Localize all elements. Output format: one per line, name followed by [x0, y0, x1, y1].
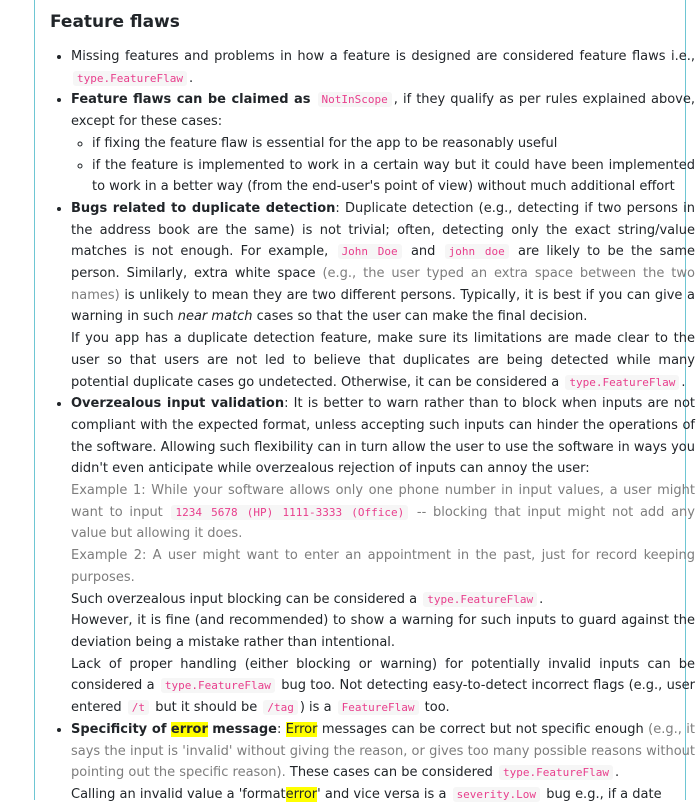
content-panel: Feature flaws Missing features and probl…	[34, 0, 695, 802]
section-heading: Feature flaws	[50, 12, 180, 32]
inline-code: type.FeatureFlaw	[423, 591, 538, 607]
sub-list-item: if fixing the feature flaw is essential …	[92, 133, 695, 155]
list-item: Feature flaws can be claimed as NotInSco…	[71, 89, 695, 198]
inline-code: /t	[127, 700, 150, 716]
list-item: Bugs related to duplicate detection: Dup…	[71, 198, 695, 393]
inline-code: FeatureFlaw	[337, 700, 419, 716]
inline-code: 1234 5678 (HP) 1111-3333 (Office)	[171, 504, 409, 520]
inline-code: /tag	[263, 700, 298, 716]
inline-code: john doe	[444, 244, 509, 260]
list-item: Missing features and problems in how a f…	[71, 46, 695, 89]
search-highlight: Error	[285, 721, 318, 737]
inline-code: severity.Low	[452, 786, 541, 802]
search-highlight: error	[170, 721, 208, 737]
inline-code: type.FeatureFlaw	[160, 678, 275, 694]
sub-list-item: if the feature is implemented to work in…	[92, 155, 695, 198]
list-item: Specificity of error message: Error mess…	[71, 719, 695, 806]
sub-list: if fixing the feature flaw is essential …	[71, 133, 695, 198]
inline-code: John Doe	[337, 244, 402, 260]
inline-code: type.FeatureFlaw	[499, 765, 614, 781]
inline-code: NotInScope	[317, 92, 392, 108]
list-item: Overzealous input validation: It is bett…	[71, 393, 695, 719]
inline-code: type.FeatureFlaw	[565, 374, 680, 390]
feature-flaws-list: Missing features and problems in how a f…	[49, 46, 695, 806]
inline-code: type.FeatureFlaw	[73, 70, 187, 86]
search-highlight: error	[285, 786, 318, 802]
